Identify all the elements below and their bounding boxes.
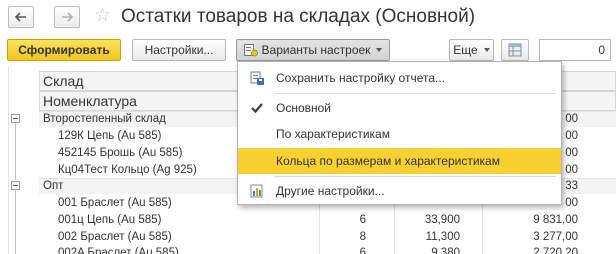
generate-button[interactable]: Сформировать	[7, 39, 121, 61]
group-row-label: Опт	[43, 180, 64, 192]
table-cell-qty: 6	[359, 247, 366, 254]
number-field[interactable]: 0	[539, 39, 611, 61]
menu-item-label: Другие настройки...	[276, 184, 385, 198]
settings-button[interactable]: Настройки...	[132, 39, 226, 61]
table-row-item: 001 Браслет (Au 585)	[58, 197, 172, 209]
favorite-star-icon[interactable]: ☆	[94, 5, 111, 27]
table-row-item: Кц04Тест Кольцо (Ag 925)	[58, 164, 197, 176]
arrow-right-icon	[62, 12, 73, 22]
table-cell-sum: 33	[565, 180, 578, 192]
table-view-button[interactable]	[501, 39, 529, 61]
arrow-left-icon	[15, 12, 26, 22]
table-cell-qty: 6	[359, 214, 366, 226]
table-row-item: 002 Браслет (Au 585)	[58, 231, 172, 243]
table-cell-sum: 2 720,20	[533, 247, 578, 254]
menu-item-other-settings[interactable]: Другие настройки...	[238, 178, 561, 204]
menu-item-save-settings[interactable]: Сохранить настройку отчета...	[238, 65, 561, 91]
other-settings-icon	[250, 184, 263, 198]
collapse-toggle[interactable]	[11, 181, 20, 190]
table-cell-weight: 9,380	[431, 247, 460, 254]
variants-button-label: Варианты настроек	[261, 43, 371, 57]
table-icon	[508, 43, 522, 57]
variants-button[interactable]: Варианты настроек	[236, 39, 390, 61]
menu-item-label: По характеристикам	[276, 127, 390, 141]
more-button-label: Еще	[453, 43, 478, 57]
table-cell-weight: 33,900	[424, 214, 460, 226]
table-cell-sum: 00	[565, 147, 578, 159]
back-button[interactable]	[8, 6, 34, 28]
table-cell-sum: 00	[565, 197, 578, 209]
menu-item-label: Основной	[276, 101, 332, 115]
menu-item-basic[interactable]: Основной	[238, 95, 561, 121]
table-row-item: 002A Браслет (Au 585)	[58, 247, 179, 254]
save-settings-icon	[250, 71, 264, 85]
forward-button[interactable]	[54, 6, 80, 28]
table-row-item: 129К Цепь (Au 585)	[58, 130, 162, 142]
table-cell-sum: 3 277,00	[533, 231, 578, 243]
table-cell-qty: 8	[359, 231, 366, 243]
collapse-toggle[interactable]	[11, 114, 20, 123]
table-row-item: 452145 Брошь (Au 585)	[58, 147, 183, 159]
table-cell-sum: 00	[565, 130, 578, 142]
variants-dropdown-menu: Сохранить настройку отчета... Основной П…	[237, 61, 562, 205]
checkmark-icon	[251, 103, 263, 114]
group-row-label: Второстепенный склад	[43, 113, 166, 125]
chevron-down-icon	[376, 48, 383, 52]
table-cell-sum: 00	[565, 164, 578, 176]
table-cell-sum: 00	[565, 113, 578, 125]
window-header: ☆ Остатки товаров на складах (Основной)	[0, 0, 616, 36]
table-cell-weight: 11,300	[425, 231, 460, 243]
report-variants-icon	[243, 43, 258, 56]
menu-item-label: Кольца по размерам и характеристикам	[276, 154, 500, 168]
menu-item-label: Сохранить настройку отчета...	[276, 71, 446, 85]
chevron-down-icon	[483, 48, 490, 52]
more-button[interactable]: Еще	[449, 39, 494, 61]
table-cell-sum: 9 831,00	[533, 214, 578, 226]
menu-item-by-characteristics[interactable]: По характеристикам	[238, 121, 561, 147]
menu-item-rings-by-size[interactable]: Кольца по размерам и характеристикам	[238, 148, 561, 174]
page-title: Остатки товаров на складах (Основной)	[121, 6, 476, 27]
table-row-item: 001ц Цепь (Au 585)	[58, 214, 162, 226]
